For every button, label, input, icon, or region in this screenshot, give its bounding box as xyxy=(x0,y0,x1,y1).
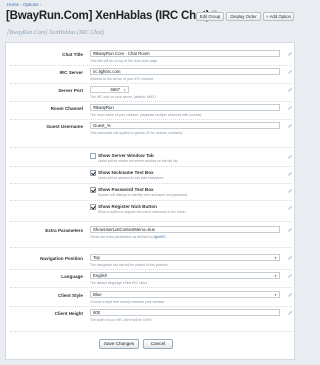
language-help: The default language of the IRC client. xyxy=(90,281,148,285)
extra-parameters-label: Extra Parameters xyxy=(45,228,83,233)
divider xyxy=(10,200,292,201)
lightirc-link[interactable]: lightIRC xyxy=(154,235,166,239)
irc-server-help: Address to the server of your IRC channe… xyxy=(90,77,155,81)
pencil-icon[interactable] xyxy=(287,154,293,160)
pencil-icon[interactable] xyxy=(287,205,293,211)
room-channel-label: Room Channel xyxy=(50,106,83,111)
client-height-help: The width of your IRC client will be 100… xyxy=(90,318,153,322)
breadcrumb-home-link[interactable]: Home xyxy=(7,2,19,7)
client-style-help: Choose a style that closely matches your… xyxy=(90,300,166,304)
chevron-down-icon: ▼ xyxy=(274,273,277,278)
chevron-down-icon: ▼ xyxy=(274,292,277,297)
client-style-value: Blue xyxy=(93,292,102,297)
navigation-position-label: Navigation Position xyxy=(40,256,83,261)
extra-parameters-input[interactable]: ShowUserListContextMenu=true xyxy=(90,226,280,233)
pencil-icon[interactable] xyxy=(287,273,293,279)
add-option-button[interactable]: + Add Option xyxy=(263,12,294,21)
breadcrumb: Home › Options › xyxy=(7,2,41,7)
guest-username-help: This username will applied to guests (% … xyxy=(90,131,184,135)
edit-group-button[interactable]: Edit Group xyxy=(196,12,224,21)
checkbox-help: Users will be shown the server window on… xyxy=(98,159,179,163)
server-port-value: 6667 xyxy=(110,87,120,92)
room-channel-input[interactable]: #BwayRun xyxy=(90,104,280,111)
language-select[interactable]: English ▼ xyxy=(90,272,280,279)
chevron-down-icon: ▼ xyxy=(274,255,277,260)
pencil-icon[interactable] xyxy=(287,292,293,298)
pencil-icon[interactable] xyxy=(287,255,293,261)
pencil-icon[interactable] xyxy=(287,105,293,111)
checkbox-help: Show a button to register the user's nic… xyxy=(98,210,187,214)
breadcrumb-separator: › xyxy=(20,2,22,7)
divider xyxy=(10,166,292,167)
page-subtitle: [BwayRun.Com] XenHablas (IRC Chat) xyxy=(7,30,104,36)
divider xyxy=(10,101,292,102)
irc-server-input[interactable]: irc.lightirc.com xyxy=(90,68,280,75)
language-label: Language xyxy=(61,274,83,279)
show-nickname-checkbox[interactable] xyxy=(90,170,96,176)
chat-title-input[interactable]: #BwayRun.Com - Chat Room xyxy=(90,50,280,57)
chat-title-help: This title will be on top of the chat ro… xyxy=(90,59,159,63)
language-value: English xyxy=(93,273,108,278)
divider xyxy=(10,221,292,222)
pencil-icon[interactable] xyxy=(287,188,293,194)
pencil-icon[interactable] xyxy=(287,310,293,316)
checkbox-label: Show Nickname Text Box xyxy=(98,170,154,175)
divider xyxy=(10,331,292,332)
checkbox-label: Show Register Nick Button xyxy=(98,204,157,209)
divider xyxy=(10,287,292,288)
pencil-icon[interactable] xyxy=(287,87,293,93)
page-title: [BwayRun.Com] XenHablas (IRC Chat) xyxy=(6,10,219,22)
save-changes-button[interactable]: Save Changes xyxy=(99,339,139,349)
client-height-label: Client Height xyxy=(54,311,83,316)
divider xyxy=(10,306,292,307)
navigation-position-select[interactable]: Top ▼ xyxy=(90,254,280,261)
pencil-icon[interactable] xyxy=(287,123,293,129)
divider xyxy=(10,269,292,270)
pencil-icon[interactable] xyxy=(287,69,293,75)
irc-server-label: IRC Server xyxy=(59,70,84,75)
options-form: Chat Title #BwayRun.Com - Chat Room This… xyxy=(5,42,295,360)
guest-username-input[interactable]: Guest_% xyxy=(90,122,280,129)
breadcrumb-options-link[interactable]: Options xyxy=(23,2,39,7)
show-password-checkbox[interactable] xyxy=(90,187,96,193)
client-style-select[interactable]: Blue ▼ xyxy=(90,291,280,298)
checkbox-label: Show Password Text Box xyxy=(98,187,154,192)
chat-title-label: Chat Title xyxy=(62,52,83,57)
show-server-window-checkbox[interactable] xyxy=(90,153,96,159)
spinner-icon[interactable]: ⇕ xyxy=(123,88,126,92)
checkbox-help: Users will be allowed to edit their nick… xyxy=(98,176,164,180)
pencil-icon[interactable] xyxy=(287,51,293,57)
cancel-button[interactable]: Cancel xyxy=(143,339,173,349)
divider xyxy=(10,247,292,248)
page-header: [BwayRun.Com] XenHablas (IRC Chat) Edit … xyxy=(6,9,295,29)
client-height-input[interactable]: 600 xyxy=(90,309,280,316)
navigation-position-help: The navigation tab bar will be placed in… xyxy=(90,263,169,267)
divider xyxy=(10,65,292,66)
divider xyxy=(10,183,292,184)
server-port-label: Server Port xyxy=(58,88,83,93)
divider xyxy=(10,83,292,84)
checkbox-help: System will attempt to identify with nic… xyxy=(98,193,189,197)
checkbox-label: Show Server Window Tab xyxy=(98,153,154,158)
extra-parameters-help: These are extra parameters as defined by… xyxy=(90,235,167,239)
client-style-label: Client Style xyxy=(57,293,83,298)
breadcrumb-separator: › xyxy=(39,2,42,7)
guest-username-label: Guest Username xyxy=(46,124,83,129)
display-order-button[interactable]: Display Order xyxy=(226,12,261,21)
navigation-position-value: Top xyxy=(93,255,100,260)
room-channel-help: The room name of your channel. (separate… xyxy=(90,113,202,117)
show-register-nick-checkbox[interactable] xyxy=(90,204,96,210)
server-port-stepper[interactable]: 6667 ⇕ xyxy=(90,86,129,93)
server-port-help: The IRC port on your server. (default: 6… xyxy=(90,95,156,99)
divider xyxy=(10,119,292,120)
pencil-icon[interactable] xyxy=(287,227,293,233)
divider xyxy=(10,147,292,148)
pencil-icon[interactable] xyxy=(287,171,293,177)
